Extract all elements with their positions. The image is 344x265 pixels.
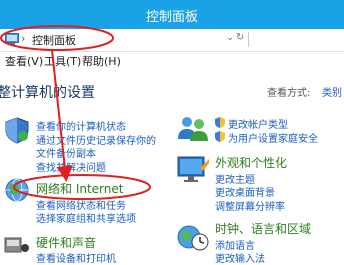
window-title: 控制面板: [145, 10, 198, 25]
link-troubleshoot[interactable]: 查找并解决问题: [36, 159, 106, 174]
user-accounts-icon[interactable]: [176, 113, 210, 143]
link-change-desktop-background[interactable]: 更改桌面背景: [215, 184, 275, 199]
link-family-safety[interactable]: 为用户设置家庭安全: [228, 130, 318, 145]
link-view-computer-status[interactable]: 查看你的计算机状态: [36, 118, 126, 133]
link-change-account-type[interactable]: 更改帐户类型: [228, 116, 288, 131]
menu-help[interactable]: 帮助(H): [82, 53, 121, 69]
hardware-sound-icon[interactable]: [3, 232, 31, 258]
page-heading: 整计算机的设置: [0, 85, 95, 101]
appearance-personalization-icon[interactable]: [176, 154, 210, 186]
uac-shield-icon: [215, 131, 225, 142]
view-by-dropdown[interactable]: 类别: [322, 84, 342, 99]
link-homegroup-sharing[interactable]: 选择家庭组和共享选项: [36, 210, 136, 225]
address-dropdown-icon[interactable]: ⌄: [226, 32, 234, 43]
title-bar: 控制面板: [0, 0, 344, 29]
breadcrumb-control-panel[interactable]: 控制面板: [32, 32, 76, 48]
menu-view[interactable]: 查看(V): [5, 53, 43, 69]
view-by-label: 查看方式:: [267, 88, 311, 99]
system-security-icon[interactable]: [3, 116, 31, 144]
address-divider: [248, 32, 249, 47]
breadcrumb-chevron-icon[interactable]: ›: [21, 32, 25, 45]
menu-bar: 查看(V) 工具(T) 帮助(H): [0, 51, 344, 69]
clock-language-region-icon[interactable]: [176, 220, 210, 254]
control-panel-icon: [5, 33, 19, 45]
category-appearance-personalization[interactable]: 外观和个性化: [215, 154, 287, 171]
category-hardware-sound[interactable]: 硬件和声音: [36, 234, 96, 251]
address-bar[interactable]: › 控制面板 ⌄ ↻: [0, 29, 344, 52]
category-clock-language-region[interactable]: 时钟、语言和区域: [215, 220, 311, 237]
link-file-backup-copies[interactable]: 文件备份副本: [36, 145, 96, 160]
menu-tools[interactable]: 工具(T): [44, 53, 81, 69]
category-network-internet[interactable]: 网络和 Internet: [36, 180, 123, 197]
refresh-icon[interactable]: ↻: [236, 32, 244, 43]
uac-shield-icon: [215, 117, 225, 128]
link-adjust-resolution[interactable]: 调整屏幕分辨率: [215, 198, 285, 213]
network-internet-icon[interactable]: [3, 176, 31, 204]
